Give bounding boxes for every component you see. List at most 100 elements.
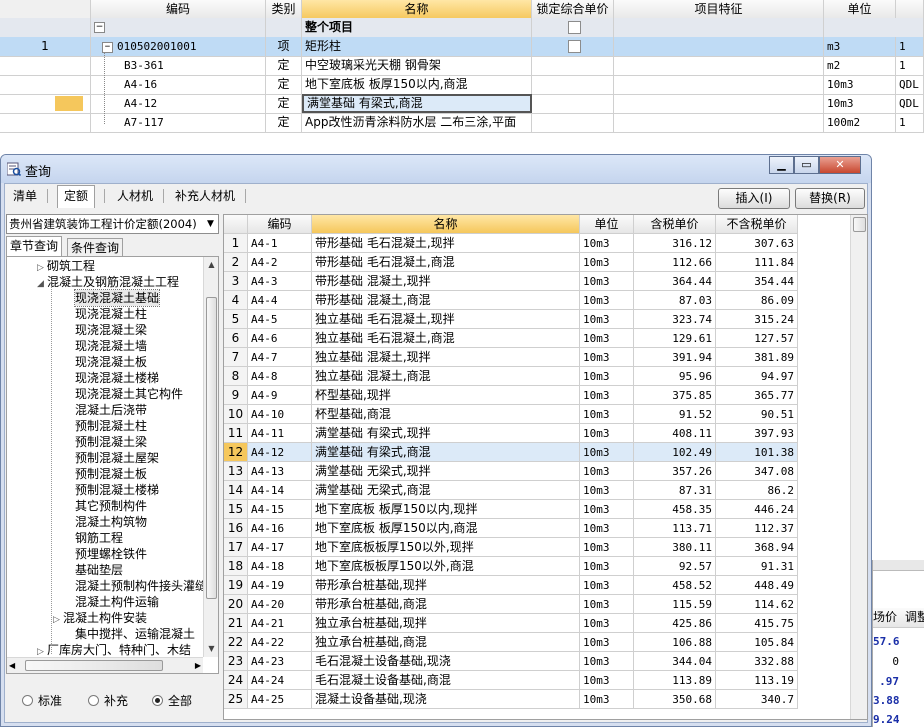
bg-col-lock[interactable]: 锁定综合单价 [532,0,614,19]
tree-item[interactable]: 预制混凝土板 [75,466,147,482]
chevron-down-icon[interactable]: ▼ [203,215,218,233]
table-row[interactable]: 22 A4-22 独立承台桩基础,商混 10m3 106.88 105.84 [224,633,850,652]
col-name[interactable]: 名称 [312,215,580,234]
bg-row-4[interactable]: A7-117 定 App改性沥青涂料防水层 二布三涂,平面 100m2 1 [0,113,924,133]
col-price-notax[interactable]: 不含税单价 [716,215,798,234]
tab-quota[interactable]: 定额 [57,185,96,208]
table-row[interactable]: 2 A4-2 带形基础 毛石混凝土,商混 10m3 112.66 111.84 [224,253,850,272]
scroll-left-icon[interactable]: ◀ [9,658,15,673]
tree-item[interactable]: 现浇混凝土柱 [75,306,147,322]
table-row[interactable]: 14 A4-14 满堂基础 无梁式,商混 10m3 87.31 86.2 [224,481,850,500]
replace-button[interactable]: 替换(R) [795,188,865,209]
tree-item[interactable]: 混凝土后浇带 [75,402,147,418]
tree-item[interactable]: 现浇混凝土其它构件 [75,386,183,402]
tree-item[interactable]: 预埋螺栓铁件 [75,546,147,562]
bg-col-code[interactable]: 编码 [91,0,266,19]
tree-scroll-thumb[interactable] [206,297,217,599]
lock-checkbox[interactable] [567,40,581,53]
table-row[interactable]: 21 A4-21 独立承台桩基础,现拌 10m3 425.86 415.75 [224,614,850,633]
table-row[interactable]: 23 A4-23 毛石混凝土设备基础,现浇 10m3 344.04 332.88 [224,652,850,671]
bg-row-0[interactable]: 1 −010502001001 项 矩形柱 m3 1 [0,37,924,57]
table-scroll-thumb[interactable] [853,217,866,232]
table-vscrollbar[interactable] [850,215,867,719]
tree-hscroll-thumb[interactable] [25,660,163,671]
tree-item[interactable]: 基础垫层 [75,562,123,578]
tree-item[interactable]: ◢ 混凝土及钢筋混凝土工程 [37,274,179,290]
radio-supplementary[interactable]: 补充 [88,692,128,709]
scroll-right-icon[interactable]: ▶ [195,658,201,673]
radio-all[interactable]: 全部 [152,692,192,709]
bg-row-3[interactable]: A4-12 定 满堂基础 有梁式,商混 10m3 QDL [0,94,924,114]
minimize-button[interactable]: ▁ [769,156,794,174]
tree-item[interactable]: 现浇混凝土墙 [75,338,147,354]
tree-item[interactable]: 混凝土构筑物 [75,514,147,530]
col-code[interactable]: 编码 [248,215,312,234]
expanded-arrow-icon[interactable]: ◢ [37,276,47,292]
table-row[interactable]: 18 A4-18 地下室底板板厚150以外,商混 10m3 92.57 91.31 [224,557,850,576]
bg-col-type[interactable]: 类别 [266,0,302,19]
bg-group-row[interactable]: − 整个项目 [0,18,924,38]
table-row[interactable]: 16 A4-16 地下室底板 板厚150以内,商混 10m3 113.71 112.37 [224,519,850,538]
table-row[interactable]: 10 A4-10 杯型基础,商混 10m3 91.52 90.51 [224,405,850,424]
table-row[interactable]: 4 A4-4 带形基础 混凝土,商混 10m3 87.03 86.09 [224,291,850,310]
table-row[interactable]: 19 A4-19 带形承台桩基础,现拌 10m3 458.52 448.49 [224,576,850,595]
col-price-tax[interactable]: 含税单价 [634,215,716,234]
tab-condition-search[interactable]: 条件查询 [67,238,124,257]
tree-item[interactable]: 集中搅拌、运输混凝土 [75,626,195,642]
quota-library-select[interactable]: 贵州省建筑装饰工程计价定额(2004) ▼ [6,214,219,234]
table-row[interactable]: 5 A4-5 独立基础 毛石混凝土,现拌 10m3 323.74 315.24 [224,310,850,329]
tree-item[interactable]: 预制混凝土柱 [75,418,147,434]
bg-col-name[interactable]: 名称 [302,0,532,19]
tab-chapter-search[interactable]: 章节查询 [6,236,63,257]
bg-col-qty[interactable] [896,0,924,19]
insert-button[interactable]: 插入(I) [718,188,790,209]
tree-item[interactable]: 钢筋工程 [75,530,123,546]
tree-item[interactable]: 混凝土预制构件接头灌缝 [75,578,207,594]
maximize-button[interactable]: ▭ [794,156,819,174]
col-rownum[interactable] [224,215,248,234]
tree-item[interactable]: 预制混凝土梁 [75,434,147,450]
table-row[interactable]: 12 A4-12 满堂基础 有梁式,商混 10m3 102.49 101.38 [224,443,850,462]
table-row[interactable]: 25 A4-25 混凝土设备基础,现浇 10m3 350.68 340.7 [224,690,850,709]
tree-item[interactable]: 现浇混凝土梁 [75,322,147,338]
bg-row-2[interactable]: A4-16 定 地下室底板 板厚150以内,商混 10m3 QDL [0,75,924,95]
scroll-down-icon[interactable]: ▼ [204,641,218,657]
tree-item[interactable]: 预制混凝土屋架 [75,450,159,466]
tree-item[interactable]: 现浇混凝土板 [75,354,147,370]
table-row[interactable]: 17 A4-17 地下室底板板厚150以外,现拌 10m3 380.11 368.94 [224,538,850,557]
collapse-icon[interactable]: − [102,41,113,53]
close-button[interactable]: ✕ [819,156,861,174]
tab-labor-material-machine[interactable]: 人材机 [111,186,159,206]
table-row[interactable]: 8 A4-8 独立基础 混凝土,商混 10m3 95.96 94.97 [224,367,850,386]
table-row[interactable]: 6 A4-6 独立基础 毛石混凝土,商混 10m3 129.61 127.57 [224,329,850,348]
collapse-icon[interactable]: − [94,22,105,33]
dialog-titlebar[interactable]: 查询 ▁ ▭ ✕ [1,155,871,183]
scroll-up-icon[interactable]: ▲ [204,257,218,273]
table-row[interactable]: 13 A4-13 满堂基础 无梁式,现拌 10m3 357.26 347.08 [224,462,850,481]
table-row[interactable]: 24 A4-24 毛石混凝土设备基础,商混 10m3 113.89 113.19 [224,671,850,690]
table-row[interactable]: 11 A4-11 满堂基础 有梁式,现拌 10m3 408.11 397.93 [224,424,850,443]
tree-item[interactable]: 现浇混凝土楼梯 [75,370,159,386]
tree-item[interactable]: 混凝土构件运输 [75,594,159,610]
radio-standard[interactable]: 标准 [22,692,62,709]
tree-vscrollbar[interactable]: ▲ ▼ [203,257,218,657]
table-row[interactable]: 20 A4-20 带形承台桩基础,商混 10m3 115.59 114.62 [224,595,850,614]
table-row[interactable]: 9 A4-9 杯型基础,现拌 10m3 375.85 365.77 [224,386,850,405]
table-row[interactable]: 15 A4-15 地下室底板 板厚150以内,现拌 10m3 458.35 446.24 [224,500,850,519]
bg-col-unit[interactable]: 单位 [824,0,896,19]
tree-item[interactable]: 其它预制构件 [75,498,147,514]
tree-item[interactable]: ▷ 混凝土构件安装 [53,610,147,626]
collapsed-arrow-icon[interactable]: ▷ [53,612,63,628]
table-row[interactable]: 1 A4-1 带形基础 毛石混凝土,现拌 10m3 316.12 307.63 [224,234,850,253]
table-row[interactable]: 7 A4-7 独立基础 混凝土,现拌 10m3 391.94 381.89 [224,348,850,367]
lock-checkbox[interactable] [567,21,581,34]
tree-item[interactable]: 现浇混凝土基础 [73,289,161,307]
tab-supplementary-lmm[interactable]: 补充人材机 [169,186,241,206]
col-unit[interactable]: 单位 [580,215,634,234]
tree-hscrollbar[interactable]: ◀ ▶ [7,657,203,673]
tree-item[interactable]: ▷ 砌筑工程 [37,258,95,274]
bg-col-features[interactable]: 项目特征 [614,0,824,19]
bg-active-cell[interactable]: 满堂基础 有梁式,商混 [302,94,532,113]
tab-bill[interactable]: 清单 [7,186,43,206]
bg-row-1[interactable]: B3-361 定 中空玻璃采光天棚 钢骨架 m2 1 [0,56,924,76]
